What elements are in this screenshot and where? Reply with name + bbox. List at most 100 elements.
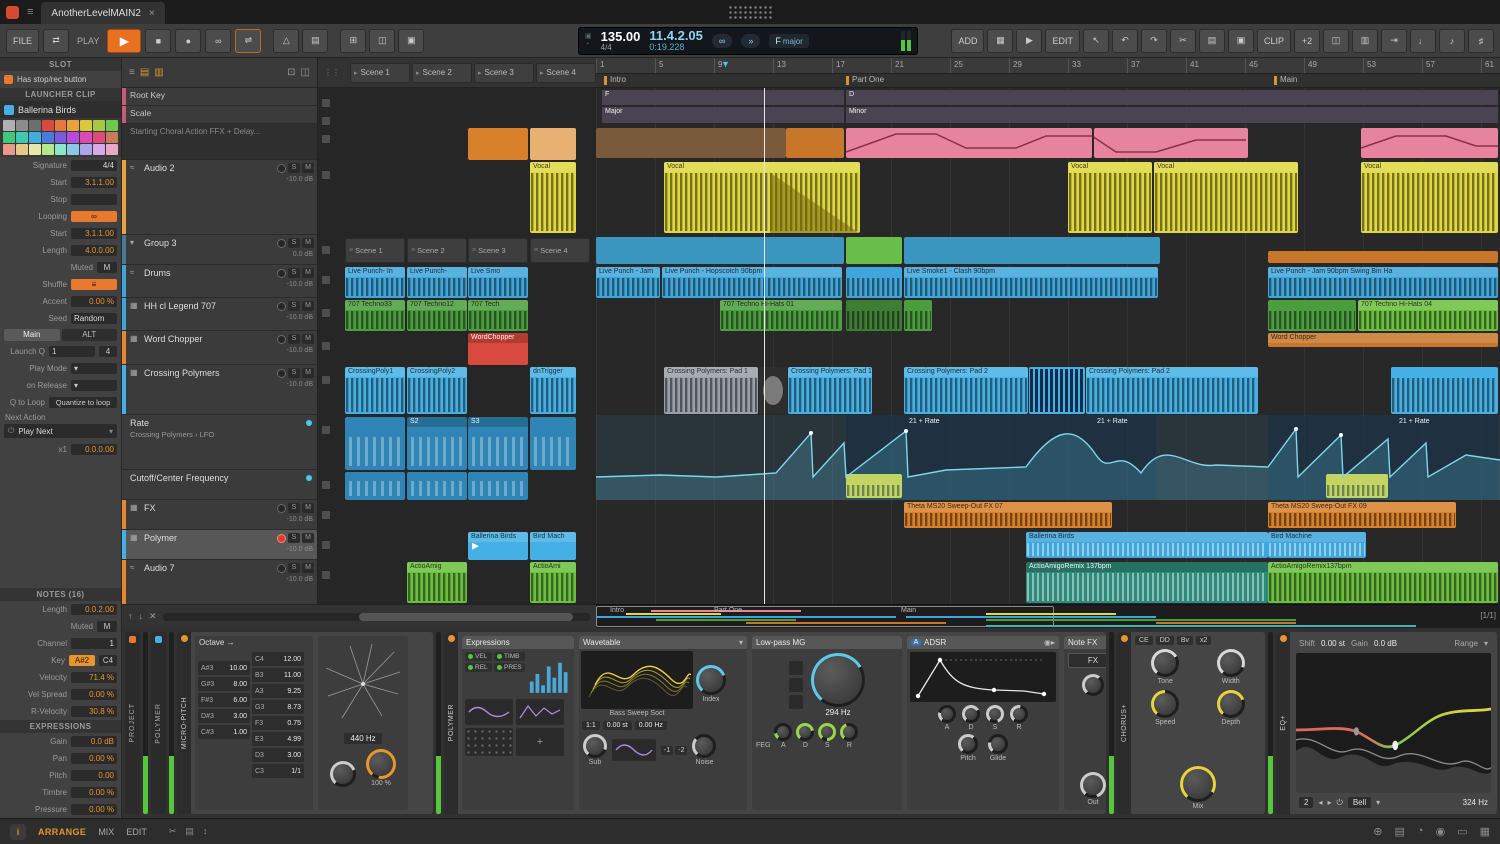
grid-view-icon[interactable]: ▤ — [140, 67, 149, 78]
field-value[interactable]: M — [97, 621, 117, 632]
chorus-knob[interactable] — [1151, 649, 1179, 677]
field-value[interactable]: 0.0 dB — [71, 736, 117, 747]
clip-stop-button[interactable] — [322, 246, 330, 254]
arranger-clip[interactable]: Ballerina Birds — [1026, 532, 1268, 558]
feg-knob[interactable] — [840, 723, 858, 741]
record-arm-button[interactable] — [277, 269, 286, 278]
track-volume[interactable]: -10.0 dB — [287, 314, 313, 321]
palette-swatch[interactable] — [3, 120, 15, 131]
detune-semitones[interactable]: 0.00 st — [603, 721, 632, 730]
polymer-device-tab[interactable]: POLYMER — [151, 632, 166, 814]
statusbar-icon[interactable]: ▦ — [1480, 825, 1490, 838]
statusbar-icon[interactable]: ↕ — [203, 826, 208, 837]
clip-stop-button[interactable] — [322, 342, 330, 350]
cutoff-knob[interactable] — [811, 653, 865, 707]
mute-button[interactable]: M — [302, 368, 314, 378]
grid-view-icon-2[interactable]: ▥ — [154, 67, 163, 78]
feg-knob[interactable] — [774, 723, 792, 741]
field-value[interactable]: 0.00 % — [71, 804, 117, 815]
tab-main[interactable]: Main — [4, 329, 60, 341]
field-value[interactable]: 4.0.0.00 — [71, 245, 117, 256]
index-knob[interactable] — [696, 665, 726, 695]
field-value[interactable]: 0.00 % — [71, 689, 117, 700]
detune-hz[interactable]: 0.00 Hz — [635, 721, 667, 730]
automation-write-button[interactable]: ⇌ — [235, 29, 261, 53]
clip-stop-button[interactable] — [322, 541, 330, 549]
add-modulator-button[interactable]: + — [516, 728, 564, 756]
scene-header[interactable]: ▸Scene 1 — [350, 63, 410, 83]
statusbar-icon[interactable]: ▤ — [1395, 825, 1405, 838]
palette-swatch[interactable] — [16, 120, 28, 131]
arranger-clip[interactable]: ActioAmigoRemix137bpm — [1268, 562, 1498, 603]
launcher-clip[interactable]: WordChopper — [468, 333, 528, 365]
toolbar-button[interactable]: ↖ — [1083, 29, 1109, 53]
field-value[interactable]: 0.0.0.00 — [71, 444, 117, 455]
file-button[interactable]: FILE — [6, 29, 39, 53]
arranger-clip[interactable] — [1268, 300, 1356, 331]
sub-octave-button[interactable]: -1 — [661, 746, 673, 755]
track-header[interactable]: ≈ Audio 2 S M -10.0 dB — [122, 160, 317, 235]
envelope-knob[interactable] — [938, 705, 956, 723]
record-arm-button[interactable] — [277, 369, 286, 378]
record-arm-button[interactable] — [277, 564, 286, 573]
launcher-clip[interactable]: Live Smo — [468, 267, 528, 298]
launcher-clip[interactable] — [530, 417, 576, 470]
clip-stop-button[interactable] — [322, 481, 330, 489]
adsr-header[interactable]: ADSR — [924, 638, 946, 647]
layout-arrange-icon[interactable]: ⊞ — [340, 29, 366, 53]
palette-swatch[interactable] — [29, 120, 41, 131]
launcher-clip[interactable] — [345, 417, 405, 470]
track-header[interactable]: ≈ Audio 7 S M -10.0 dB — [122, 560, 317, 605]
chorus-mode-button[interactable]: Bv — [1177, 636, 1193, 645]
field-value[interactable]: Random — [71, 313, 117, 324]
arranger-clip[interactable] — [1029, 367, 1085, 414]
fx-tab[interactable]: FX — [1068, 653, 1106, 668]
mute-button[interactable]: M — [302, 268, 314, 278]
split-view-icon[interactable]: ◫ — [301, 67, 310, 78]
time-display[interactable]: 0:19.228 — [649, 43, 703, 52]
launcher-clip[interactable]: S3 — [468, 417, 528, 470]
solo-button[interactable]: S — [288, 533, 300, 543]
record-arm-button[interactable] — [277, 534, 286, 543]
arranger-clip[interactable]: Minor — [846, 107, 1498, 123]
launcher-clip[interactable]: Vocal — [530, 162, 576, 233]
arranger-clip[interactable]: 707 Techno Hi-Hats 01 — [720, 300, 842, 331]
launcher-clip[interactable]: S2 — [407, 417, 467, 470]
field-value[interactable]: 30.8 % — [71, 706, 117, 717]
gain-value[interactable]: 0.0 dB — [1374, 639, 1397, 648]
out-knob[interactable] — [1080, 772, 1106, 798]
mute-button[interactable]: M — [302, 334, 314, 344]
launcher-clip[interactable] — [468, 128, 528, 160]
mod-curve-box-2[interactable] — [516, 699, 564, 725]
toolbar-button[interactable]: ▥ — [1352, 29, 1378, 53]
launcher-clip[interactable]: 707 Techno12 — [407, 300, 467, 331]
toolbar-button[interactable]: ♩ — [1410, 29, 1436, 53]
band-number[interactable]: 2 — [1299, 797, 1313, 808]
track-header[interactable]: ▾ Group 3 S M 0.0 dB — [122, 235, 317, 265]
toolbar-button[interactable]: ♯ — [1468, 29, 1494, 53]
track-header[interactable]: Rate Crossing Polymers › LFO S M — [122, 415, 317, 470]
pitch-cell[interactable]: C31/1 — [252, 764, 304, 778]
track-header[interactable]: ▦ FX S M -10.0 dB — [122, 500, 317, 530]
launcher-clip[interactable]: ActioAmig — [407, 562, 467, 603]
toolbar-button[interactable]: ↶ — [1112, 29, 1138, 53]
device-title-eq[interactable]: EQ+ — [1276, 632, 1290, 814]
pitch-knob[interactable] — [330, 761, 356, 787]
track-header[interactable]: Starting Choral Action FFX + Delay... S … — [122, 124, 317, 160]
loop-toggle[interactable]: ∞ — [712, 34, 732, 48]
palette-swatch[interactable] — [67, 132, 79, 143]
solo-button[interactable]: S — [288, 301, 300, 311]
mute-button[interactable]: M — [302, 533, 314, 543]
track-volume[interactable]: 0.0 dB — [293, 251, 313, 258]
clip-stop-button[interactable] — [322, 426, 330, 434]
track-volume[interactable]: -10.0 dB — [287, 381, 313, 388]
track-header[interactable]: ▦ Crossing Polymers S M -10.0 dB — [122, 365, 317, 415]
palette-swatch[interactable] — [67, 144, 79, 155]
chorus-mode-button[interactable]: CE — [1135, 636, 1153, 645]
wavetable-name[interactable]: Bass Sweep Soct — [581, 710, 693, 717]
track-volume[interactable]: -10.0 dB — [287, 347, 313, 354]
feg-label[interactable]: FEG — [756, 742, 770, 749]
palette-swatch[interactable] — [93, 132, 105, 143]
eq-spectrum-display[interactable] — [1296, 653, 1491, 793]
arranger-clip[interactable] — [1391, 367, 1498, 414]
